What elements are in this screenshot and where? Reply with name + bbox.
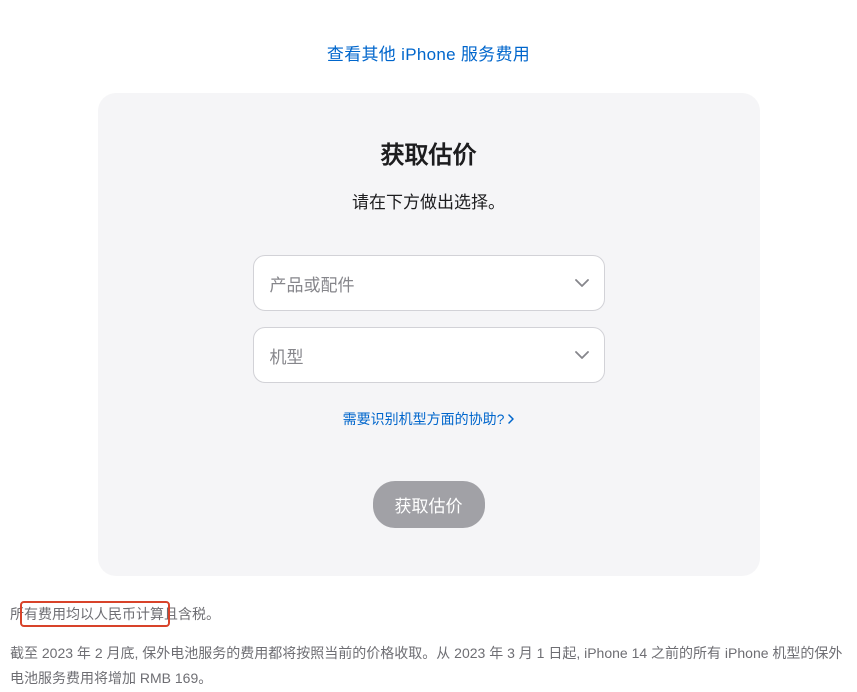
get-estimate-button[interactable]: 获取估价 xyxy=(373,481,485,528)
model-select-placeholder: 机型 xyxy=(270,343,304,368)
estimate-card: 获取估价 请在下方做出选择。 产品或配件 机型 需要识别机型方面的协助? xyxy=(98,93,760,576)
chevron-right-icon xyxy=(508,411,514,427)
footer-tax-note: 所有费用均以人民币计算且含税。 xyxy=(0,576,857,633)
product-select[interactable]: 产品或配件 xyxy=(253,255,605,311)
footer-price-note: 截至 2023 年 2 月底, 保外电池服务的费用都将按照当前的价格收取。从 2… xyxy=(0,633,857,691)
view-other-services-link[interactable]: 查看其他 iPhone 服务费用 xyxy=(327,45,530,64)
model-select[interactable]: 机型 xyxy=(253,327,605,383)
card-title: 获取估价 xyxy=(138,135,720,170)
identify-model-help-link[interactable]: 需要识别机型方面的协助? xyxy=(343,409,515,429)
help-link-label: 需要识别机型方面的协助? xyxy=(343,409,505,429)
card-subtitle: 请在下方做出选择。 xyxy=(138,188,720,213)
product-select-placeholder: 产品或配件 xyxy=(270,271,355,296)
